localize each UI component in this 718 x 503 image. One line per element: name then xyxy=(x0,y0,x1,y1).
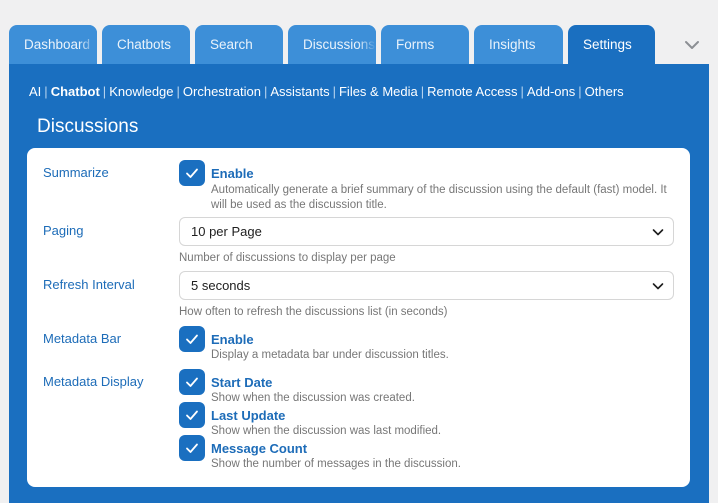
subnav-separator: | xyxy=(102,84,107,99)
subnav-remote-access[interactable]: Remote Access xyxy=(427,84,517,99)
subnav-separator: | xyxy=(176,84,180,99)
last-update-checkbox[interactable] xyxy=(179,402,205,428)
tab-settings[interactable]: Settings xyxy=(568,25,655,65)
subnav-separator: | xyxy=(332,84,336,99)
check-icon xyxy=(186,443,198,453)
metadata-bar-description: Display a metadata bar under discussion … xyxy=(211,349,449,361)
refresh-interval-select[interactable]: 5 seconds xyxy=(179,271,674,300)
subnav-orchestration[interactable]: Orchestration xyxy=(183,84,261,99)
paging-select-value: 10 per Page xyxy=(191,224,262,239)
tab-insights[interactable]: Insights xyxy=(474,25,563,65)
paging-description: Number of discussions to display per pag… xyxy=(179,252,396,264)
tab-dashboard[interactable]: Dashboard xyxy=(9,25,97,65)
metadata-bar-label: Metadata Bar xyxy=(43,331,122,346)
metadata-bar-enable-label[interactable]: Enable xyxy=(211,332,254,347)
refresh-interval-select-value: 5 seconds xyxy=(191,278,251,293)
summarize-label: Summarize xyxy=(43,165,109,180)
subnav-assistants[interactable]: Assistants xyxy=(270,84,329,99)
paging-select[interactable]: 10 per Page xyxy=(179,217,674,246)
settings-subnav: AI | Chatbot | Knowledge | Orchestration | Assis… xyxy=(29,84,624,99)
start-date-description: Show when the discussion was created. xyxy=(211,392,415,404)
message-count-label[interactable]: Message Count xyxy=(211,441,307,456)
settings-card: Summarize Enable Automatically generate … xyxy=(27,148,690,487)
refresh-interval-description: How often to refresh the discussions lis… xyxy=(179,306,448,318)
metadata-bar-checkbox[interactable] xyxy=(179,326,205,352)
subnav-ai[interactable]: AI xyxy=(29,84,41,99)
tab-chatbots[interactable]: Chatbots xyxy=(102,25,190,65)
subnav-separator: | xyxy=(44,84,48,99)
subnav-chatbot[interactable]: Chatbot xyxy=(51,84,100,99)
summarize-enable-label[interactable]: Enable xyxy=(211,166,254,181)
paging-label: Paging xyxy=(43,223,84,238)
subnav-separator: | xyxy=(420,84,425,99)
message-count-description: Show the number of messages in the discu… xyxy=(211,458,461,470)
subnav-others[interactable]: Others xyxy=(585,84,624,99)
tabs-more-chevron-down-icon[interactable] xyxy=(681,34,703,56)
section-title: Discussions xyxy=(37,116,139,137)
check-icon xyxy=(186,168,198,178)
tab-discussions[interactable]: Discussions xyxy=(288,25,376,65)
check-icon xyxy=(186,334,198,344)
tab-label: Settings xyxy=(583,37,632,52)
last-update-label[interactable]: Last Update xyxy=(211,408,285,423)
summarize-description: Automatically generate a brief summary o… xyxy=(211,184,667,211)
metadata-display-label: Metadata Display xyxy=(43,374,144,389)
subnav-knowledge[interactable]: Knowledge xyxy=(109,84,173,99)
start-date-checkbox[interactable] xyxy=(179,369,205,395)
subnav-separator: | xyxy=(520,84,524,99)
tab-label: Chatbots xyxy=(117,37,172,52)
last-update-description: Show when the discussion was last modifi… xyxy=(211,425,442,437)
tab-bar: Dashboard Chatbots Search Discussions Fo… xyxy=(0,0,718,65)
message-count-checkbox[interactable] xyxy=(179,435,205,461)
tab-label: Search xyxy=(210,37,253,52)
subnav-add-ons[interactable]: Add-ons xyxy=(527,84,575,99)
settings-panel: AI | Chatbot | Knowledge | Orchestration | Assis… xyxy=(9,64,709,503)
tab-label: Insights xyxy=(489,37,536,52)
start-date-label[interactable]: Start Date xyxy=(211,375,272,390)
chevron-down-icon xyxy=(652,283,664,290)
check-icon xyxy=(186,410,198,420)
tab-forms[interactable]: Forms xyxy=(381,25,469,65)
subnav-separator: | xyxy=(263,84,268,99)
refresh-interval-label: Refresh Interval xyxy=(43,277,135,292)
check-icon xyxy=(186,377,198,387)
summarize-checkbox[interactable] xyxy=(179,160,205,186)
subnav-files-media[interactable]: Files & Media xyxy=(339,84,418,99)
tab-search[interactable]: Search xyxy=(195,25,283,65)
subnav-separator: | xyxy=(578,84,582,99)
chevron-down-icon xyxy=(652,229,664,236)
tab-label: Forms xyxy=(396,37,435,52)
